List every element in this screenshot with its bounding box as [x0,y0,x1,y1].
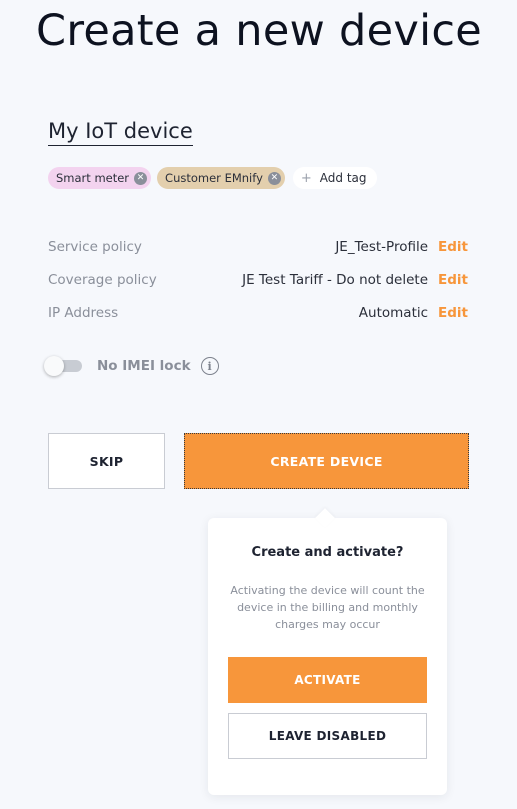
activation-popover: Create and activate? Activating the devi… [208,508,447,795]
ip-address-row: IP Address Automatic Edit [48,303,468,323]
toggle-knob [44,356,64,376]
activate-button[interactable]: ACTIVATE [228,657,427,703]
ip-address-label: IP Address [48,305,119,321]
add-tag-button[interactable]: + Add tag [292,167,377,189]
plus-icon: + [300,170,312,186]
page-title: Create a new device [36,6,483,56]
popover-arrow [315,508,335,528]
imei-lock-toggle[interactable] [44,356,84,376]
popover-title: Create and activate? [251,545,404,560]
service-policy-label: Service policy [48,239,142,255]
ip-address-edit-link[interactable]: Edit [438,305,468,321]
popover-description: Activating the device will count the dev… [230,584,425,631]
tag-remove-icon[interactable]: ✕ [134,171,148,185]
info-icon[interactable]: i [200,357,219,375]
coverage-policy-edit-link[interactable]: Edit [438,272,468,288]
tag-smart-meter: Smart meter ✕ [48,167,152,189]
tag-customer-emnify: Customer EMnify ✕ [157,167,285,189]
coverage-policy-label: Coverage policy [48,272,157,288]
service-policy-value: JE_Test-Profile [335,239,429,255]
skip-button[interactable]: SKIP [48,433,165,489]
create-device-button[interactable]: CREATE DEVICE [184,433,469,489]
device-name-field[interactable]: My IoT device [48,118,193,146]
tag-list: Smart meter ✕ Customer EMnify ✕ + Add ta… [48,167,377,189]
coverage-policy-row: Coverage policy JE Test Tariff - Do not … [48,270,468,290]
tag-remove-icon[interactable]: ✕ [267,171,281,185]
tag-label: Smart meter [56,171,130,185]
imei-lock-label: No IMEI lock [97,358,191,374]
add-tag-label: Add tag [319,171,367,185]
leave-disabled-button[interactable]: LEAVE DISABLED [228,713,427,759]
coverage-policy-value: JE Test Tariff - Do not delete [242,272,429,288]
service-policy-edit-link[interactable]: Edit [438,239,468,255]
tag-label: Customer EMnify [165,171,263,185]
ip-address-value: Automatic [358,305,429,321]
imei-lock-row: No IMEI lock i [44,355,219,377]
service-policy-row: Service policy JE_Test-Profile Edit [48,237,468,257]
